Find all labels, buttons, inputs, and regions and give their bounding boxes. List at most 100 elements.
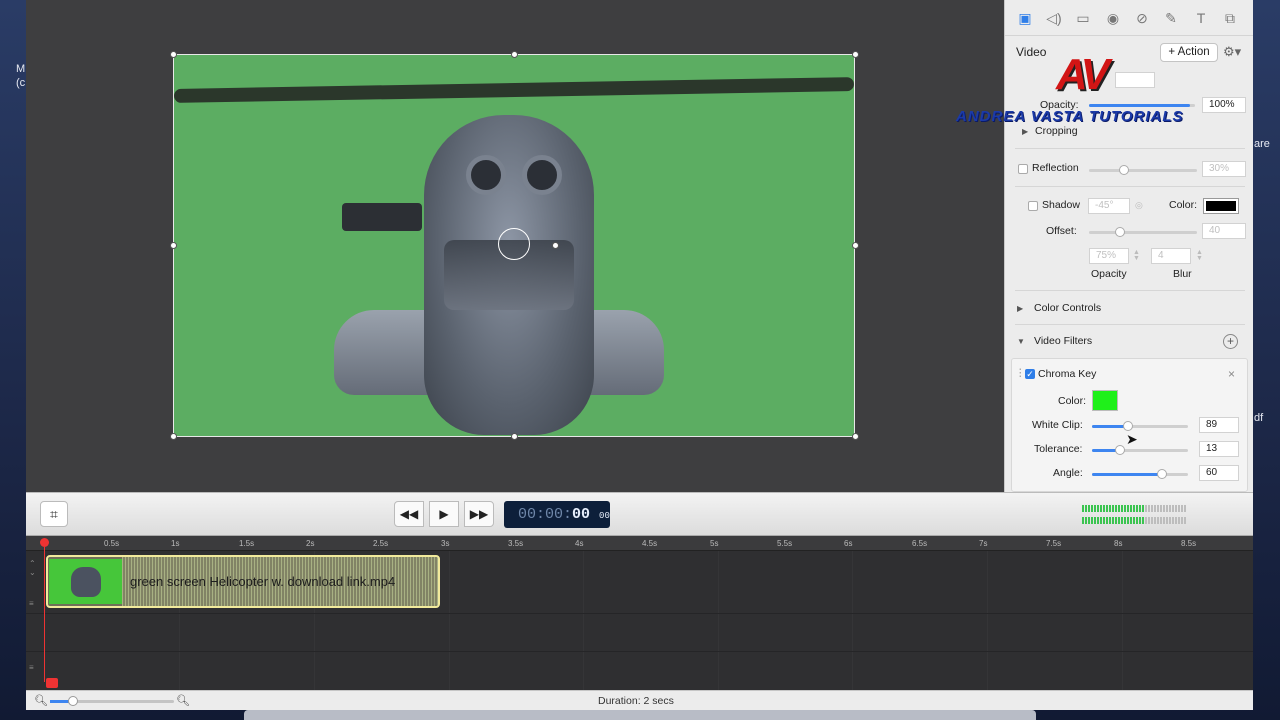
zoom-slider-knob[interactable] [68, 696, 78, 706]
video-filters-label[interactable]: Video Filters [1034, 335, 1092, 347]
resize-handle-tr[interactable] [852, 51, 859, 58]
resize-handle-t[interactable] [511, 51, 518, 58]
center-anchor[interactable] [498, 228, 530, 260]
clip-thumbnail [49, 559, 122, 604]
annotation-tab-icon[interactable]: ✎ [1163, 10, 1179, 26]
shadow-angle-dial-icon[interactable]: ◎ [1135, 200, 1143, 211]
resize-handle-br[interactable] [852, 433, 859, 440]
reflection-value-field[interactable]: 30% [1202, 161, 1246, 177]
effects-tab-icon[interactable]: ⊘ [1134, 10, 1150, 26]
ruler-tick-label: 4s [575, 539, 584, 548]
timeline-grid-line [1122, 551, 1123, 690]
resize-handle-bl[interactable] [170, 433, 177, 440]
transport-bar: ⌗ ◀◀ ▶ ▶▶ 00:00:00 00 [26, 492, 1253, 536]
crop-button[interactable]: ⌗ [40, 501, 68, 527]
angle-value-field[interactable]: 60 [1199, 465, 1239, 481]
ruler-tick-label: 3.5s [508, 539, 524, 548]
status-bar: 🔍︎ 🔍︎ Duration: 2 secs [26, 690, 1253, 710]
app-window: ▣ ◁) ▭ ◉ ⊘ ✎ T ⧉ Video + Action ⚙▾ Opaci… [26, 0, 1253, 710]
blur-field[interactable]: 4 [1151, 248, 1191, 264]
ruler-tick-label: 2.5s [373, 539, 389, 548]
shadow-label: Shadow [1042, 199, 1080, 211]
display-tab-icon[interactable]: ▭ [1075, 10, 1091, 26]
white-clip-slider[interactable] [1092, 421, 1188, 431]
video-filters-disclosure-icon[interactable]: ▼ [1017, 337, 1025, 346]
shadow-color-well[interactable] [1203, 198, 1239, 214]
resize-handle-l[interactable] [170, 242, 177, 249]
ruler-tick-label: 6s [844, 539, 853, 548]
track-handle-icon[interactable]: ≡ [29, 663, 34, 672]
tolerance-slider-knob[interactable] [1115, 445, 1125, 455]
transform-tab-icon[interactable]: ⧉ [1222, 10, 1238, 26]
timeline-grid-line [583, 551, 584, 690]
zoom-out-icon[interactable]: 🔍︎ [34, 694, 48, 707]
track-expand-icon[interactable]: ⌃ ⌄ [29, 559, 36, 577]
playhead-line[interactable] [44, 547, 45, 682]
offset-value-field[interactable]: 40 [1202, 223, 1246, 239]
chroma-key-filter: ⋮ ✓ Chroma Key × Color: White Clip: 89 T… [1011, 358, 1248, 492]
helicopter-engine-right [522, 155, 562, 195]
audio-meter-left [1082, 505, 1186, 512]
ruler-tick-label: 7s [979, 539, 988, 548]
ruler-tick-label: 3s [441, 539, 450, 548]
timeline-tracks[interactable]: ⌃ ⌄ ≡ ≡ green screen Helicopter w. downlo… [26, 551, 1253, 690]
tolerance-slider[interactable] [1092, 445, 1188, 455]
rotation-handle[interactable] [552, 242, 559, 249]
reflection-slider[interactable] [1089, 165, 1197, 175]
rewind-button[interactable]: ◀◀ [394, 501, 424, 527]
audio-meter-left-level [1082, 505, 1144, 512]
close-icon[interactable]: × [1228, 367, 1235, 381]
color-controls-disclosure-icon[interactable]: ▶ [1017, 304, 1023, 313]
play-button[interactable]: ▶ [429, 501, 459, 527]
blur-stepper[interactable]: ▲ ▼ [1196, 249, 1203, 262]
angle-slider-knob[interactable] [1157, 469, 1167, 479]
key-color-well[interactable] [1092, 390, 1118, 411]
timeline-zoom-slider[interactable] [50, 696, 174, 706]
playhead-handle[interactable] [40, 538, 49, 547]
timeline-grid-line [449, 551, 450, 690]
offset-slider-knob[interactable] [1115, 227, 1125, 237]
track-handle-icon[interactable]: ≡ [29, 599, 34, 608]
video-tab-icon[interactable]: ▣ [1017, 10, 1033, 26]
chroma-key-checkbox[interactable]: ✓ [1025, 369, 1035, 379]
add-filter-button[interactable]: + [1223, 334, 1238, 349]
audio-tab-icon[interactable]: ◁) [1046, 10, 1062, 26]
offset-slider[interactable] [1089, 227, 1197, 237]
angle-label: Angle: [1053, 467, 1083, 479]
timeline-grid-line [987, 551, 988, 690]
resize-handle-r[interactable] [852, 242, 859, 249]
ruler-tick-label: 5s [710, 539, 719, 548]
divider [1015, 148, 1245, 149]
text-tab-icon[interactable]: T [1193, 10, 1209, 26]
reflection-slider-knob[interactable] [1119, 165, 1129, 175]
key-color-label: Color: [1058, 395, 1087, 407]
tolerance-value-field[interactable]: 13 [1199, 441, 1239, 457]
angle-slider[interactable] [1092, 469, 1188, 479]
fast-forward-button[interactable]: ▶▶ [464, 501, 494, 527]
color-controls-label[interactable]: Color Controls [1034, 302, 1101, 314]
shadow-angle-field[interactable]: -45° [1088, 198, 1130, 214]
video-canvas[interactable] [26, 0, 1004, 492]
white-clip-slider-knob[interactable] [1123, 421, 1133, 431]
blur-caption: Blur [1173, 268, 1192, 280]
reflection-checkbox[interactable] [1018, 164, 1028, 174]
shadow-opacity-stepper[interactable]: ▲ ▼ [1133, 249, 1140, 262]
video-clip[interactable]: green screen Helicopter w. download link… [46, 555, 440, 608]
resize-handle-b[interactable] [511, 433, 518, 440]
ruler-tick-label: 7.5s [1046, 539, 1062, 548]
white-clip-value-field[interactable]: 89 [1199, 417, 1239, 433]
ruler-tick-label: 8.5s [1181, 539, 1197, 548]
track-separator [26, 613, 1253, 614]
timeline-ruler[interactable]: 0.5s 1s 1.5s 2s 2.5s 3s 3.5s 4s 4.5s 5s 5.5s 6s 6.5s… [26, 537, 1253, 551]
audio-meter-right [1082, 517, 1186, 524]
zoom-in-icon[interactable]: 🔍︎ [176, 694, 190, 707]
shadow-checkbox[interactable] [1028, 201, 1038, 211]
duration-label: Duration: 2 secs [598, 695, 674, 707]
crop-icon: ⌗ [50, 506, 58, 522]
watermark-logo: AV ANDREA VASTA TUTORIALS [956, 50, 1248, 130]
shadow-opacity-field[interactable]: 75% [1089, 248, 1129, 264]
resize-handle-tl[interactable] [170, 51, 177, 58]
cursor-tab-icon[interactable]: ◉ [1105, 10, 1121, 26]
drag-handle-icon[interactable]: ⋮ [1015, 367, 1026, 379]
playhead-bottom-handle[interactable] [46, 678, 58, 688]
